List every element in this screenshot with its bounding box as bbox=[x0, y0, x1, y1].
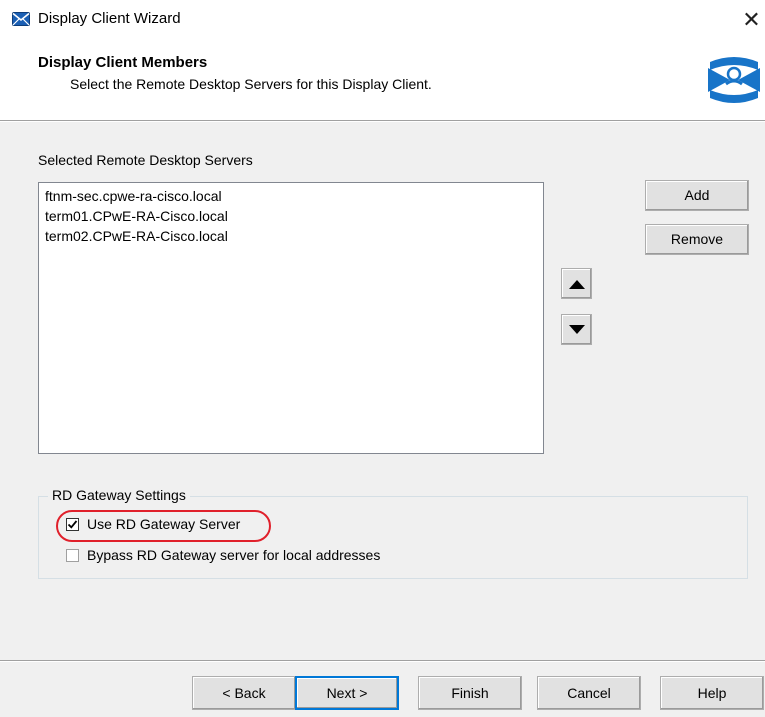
close-icon: ✕ bbox=[742, 7, 761, 32]
title-bar: Display Client Wizard ✕ bbox=[0, 0, 765, 40]
move-down-button[interactable] bbox=[561, 314, 592, 345]
page-title: Display Client Members bbox=[38, 54, 208, 71]
footer-divider-highlight bbox=[0, 661, 765, 662]
wizard-header: Display Client Members Select the Remote… bbox=[0, 40, 765, 120]
list-item[interactable]: term01.CPwE-RA-Cisco.local bbox=[45, 206, 537, 226]
highlight-ring bbox=[56, 510, 271, 542]
add-button[interactable]: Add bbox=[645, 180, 749, 211]
bypass-local-checkbox[interactable] bbox=[66, 548, 79, 562]
servers-listbox[interactable]: ftnm-sec.cpwe-ra-cisco.local term01.CPwE… bbox=[38, 182, 544, 454]
bypass-local-label: Bypass RD Gateway server for local addre… bbox=[87, 547, 381, 563]
list-item[interactable]: ftnm-sec.cpwe-ra-cisco.local bbox=[45, 186, 537, 206]
cancel-button[interactable]: Cancel bbox=[537, 676, 641, 710]
servers-label: Selected Remote Desktop Servers bbox=[38, 152, 253, 168]
window-title: Display Client Wizard bbox=[38, 10, 181, 27]
back-button[interactable]: < Back bbox=[192, 676, 296, 710]
header-divider-highlight bbox=[0, 121, 765, 122]
bypass-local-checkbox-row[interactable]: Bypass RD Gateway server for local addre… bbox=[66, 547, 380, 563]
thinmanager-logo-icon bbox=[708, 57, 760, 103]
remove-button[interactable]: Remove bbox=[645, 224, 749, 255]
rd-gateway-legend: RD Gateway Settings bbox=[48, 487, 190, 503]
list-item[interactable]: term02.CPwE-RA-Cisco.local bbox=[45, 226, 537, 246]
wizard-window: Display Client Wizard ✕ Display Client M… bbox=[0, 0, 765, 717]
next-button[interactable]: Next > bbox=[295, 676, 399, 710]
envelope-app-icon bbox=[12, 12, 30, 26]
arrow-down-icon bbox=[569, 325, 585, 334]
arrow-up-icon bbox=[569, 280, 585, 289]
page-subtitle: Select the Remote Desktop Servers for th… bbox=[70, 76, 432, 92]
close-button[interactable]: ✕ bbox=[738, 6, 765, 34]
finish-button[interactable]: Finish bbox=[418, 676, 522, 710]
move-up-button[interactable] bbox=[561, 268, 592, 299]
help-button[interactable]: Help bbox=[660, 676, 764, 710]
